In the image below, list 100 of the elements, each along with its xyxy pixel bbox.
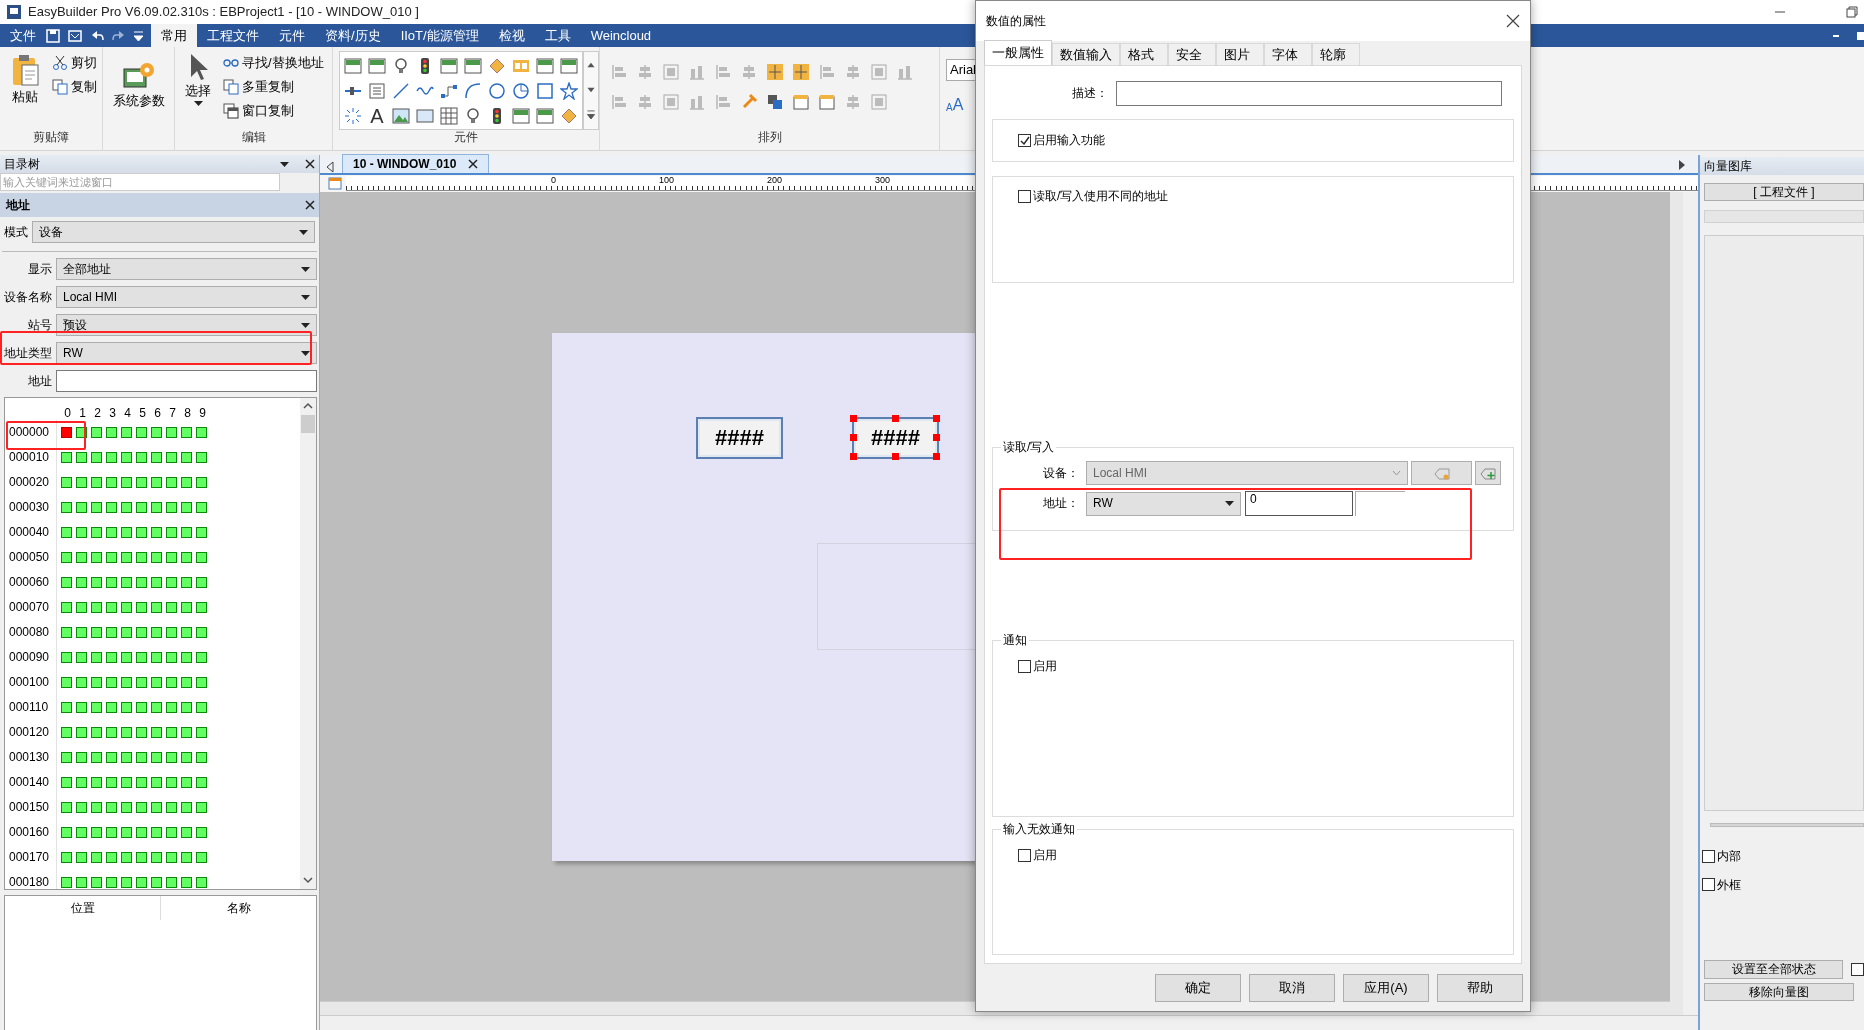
bit-cell[interactable] (151, 602, 162, 613)
bit-cell[interactable] (136, 602, 147, 613)
dialog-tab[interactable]: 轮廓 (1312, 43, 1360, 65)
pie-icon[interactable] (512, 81, 530, 100)
bit-cell[interactable] (196, 652, 207, 663)
bit-cell[interactable] (181, 452, 192, 463)
bit-cell[interactable] (181, 527, 192, 538)
bit-cell[interactable] (91, 727, 102, 738)
bit-cell[interactable] (151, 527, 162, 538)
bit-cell[interactable] (121, 727, 132, 738)
bit-cell[interactable] (61, 477, 72, 488)
bit-cell[interactable] (196, 477, 207, 488)
bit-cell[interactable] (76, 752, 87, 763)
bit-cell[interactable] (106, 727, 117, 738)
bit-cell[interactable] (121, 752, 132, 763)
bit-cell[interactable] (76, 702, 87, 713)
line-icon[interactable] (392, 81, 410, 100)
bit-cell[interactable] (136, 577, 147, 588)
ribbon-tab[interactable]: Weincloud (580, 24, 662, 47)
bit-cell[interactable] (151, 727, 162, 738)
bit-cell[interactable] (136, 877, 147, 888)
address-field[interactable]: 0 (1245, 491, 1353, 516)
bit-cell[interactable] (166, 752, 177, 763)
checkbox[interactable] (1018, 659, 1031, 673)
display-icon[interactable] (464, 56, 482, 75)
bit-cell[interactable] (151, 502, 162, 513)
table-icon[interactable] (440, 106, 458, 125)
bit-cell[interactable] (106, 477, 117, 488)
bit-cell[interactable] (61, 677, 72, 688)
ribbon-tab[interactable]: 工具 (534, 24, 581, 47)
bit-cell[interactable] (181, 427, 192, 438)
ribbon-tab[interactable]: 工程文件 (197, 24, 269, 47)
ribbon-tab[interactable]: 检视 (488, 24, 535, 47)
bit-cell[interactable] (166, 652, 177, 663)
bit-cell[interactable] (76, 502, 87, 513)
bit-cell[interactable] (166, 677, 177, 688)
bit-cell[interactable] (181, 827, 192, 838)
bit-cell[interactable] (91, 702, 102, 713)
bit-cell[interactable] (136, 827, 147, 838)
align-icon[interactable] (896, 63, 914, 81)
bit-cell[interactable] (151, 427, 162, 438)
arrange-icon[interactable] (766, 93, 784, 111)
burst-icon[interactable] (344, 106, 362, 125)
address-type-select[interactable]: RW (1086, 491, 1241, 516)
align-icon[interactable] (740, 63, 758, 81)
dropdown-icon[interactable] (134, 30, 143, 41)
bit-cell[interactable] (61, 452, 72, 463)
bit-cell[interactable] (106, 552, 117, 563)
bit-cell[interactable] (121, 427, 132, 438)
bit-cell[interactable] (136, 552, 147, 563)
bit-cell[interactable] (61, 702, 72, 713)
bit-cell[interactable] (196, 702, 207, 713)
bit-cell[interactable] (151, 777, 162, 788)
device-select[interactable]: Local HMI (1086, 461, 1408, 485)
dialog-tab[interactable]: 字体 (1264, 43, 1312, 65)
bit-cell[interactable] (196, 527, 207, 538)
bit-cell[interactable] (151, 652, 162, 663)
dialog-tab[interactable]: 安全 (1168, 43, 1216, 65)
bit-cell[interactable] (106, 827, 117, 838)
bit-cell[interactable] (136, 477, 147, 488)
bit-cell[interactable] (106, 852, 117, 863)
bit-cell[interactable] (106, 652, 117, 663)
font-size-icon[interactable]: AA (946, 95, 964, 115)
close-icon[interactable] (1506, 14, 1520, 28)
ribbon-tab[interactable]: 元件 (269, 24, 315, 47)
bit-cell[interactable] (61, 652, 72, 663)
bit-cell[interactable] (151, 627, 162, 638)
menu-item[interactable]: 文件 (0, 24, 46, 47)
display-icon[interactable] (368, 56, 386, 75)
bit-cell[interactable] (166, 827, 177, 838)
selection-handle[interactable] (933, 453, 940, 460)
bit-cell[interactable] (121, 777, 132, 788)
system-parameters-button[interactable]: 系统参数 (109, 59, 169, 111)
bit-cell[interactable] (91, 827, 102, 838)
ribbon-tab[interactable]: 常用 (151, 24, 197, 47)
bit-cell[interactable] (166, 852, 177, 863)
display-icon[interactable] (536, 56, 554, 75)
bit-cell[interactable] (76, 652, 87, 663)
bit-cell[interactable] (151, 852, 162, 863)
document-tab[interactable]: 10 - WINDOW_010 (342, 153, 490, 173)
bit-cell[interactable] (166, 702, 177, 713)
bit-cell[interactable] (76, 852, 87, 863)
save-icon[interactable] (46, 28, 60, 43)
bit-cell[interactable] (166, 802, 177, 813)
apply-all-button[interactable]: 设置至全部状态 (1704, 960, 1843, 979)
align-icon[interactable] (688, 63, 706, 81)
bit-cell[interactable] (121, 527, 132, 538)
bit-cell[interactable] (106, 777, 117, 788)
bit-cell[interactable] (76, 627, 87, 638)
bit-cell[interactable] (106, 527, 117, 538)
align-icon[interactable] (818, 63, 836, 81)
bit-cell[interactable] (196, 427, 207, 438)
bit-cell[interactable] (91, 527, 102, 538)
bit-cell[interactable] (196, 877, 207, 888)
align-icon[interactable] (792, 63, 810, 81)
bit-cell[interactable] (61, 427, 72, 438)
checkbox[interactable] (1702, 850, 1715, 864)
bit-cell[interactable] (91, 877, 102, 888)
cut-button[interactable]: 剪切 (50, 51, 99, 75)
bit-cell[interactable] (181, 552, 192, 563)
